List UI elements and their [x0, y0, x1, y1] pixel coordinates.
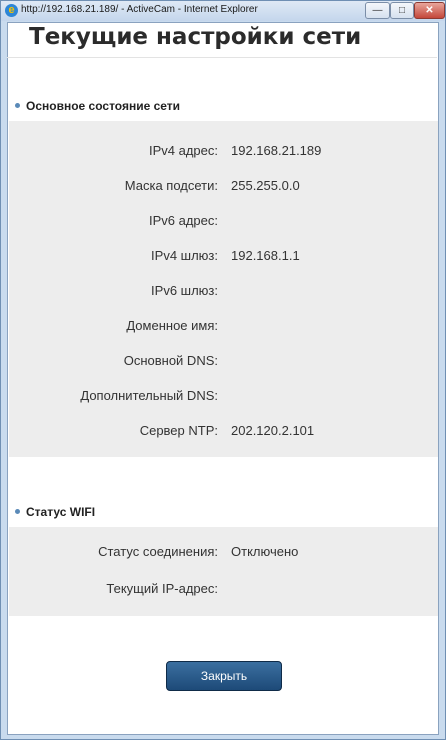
domain-name-label: Доменное имя:: [126, 318, 218, 333]
wifi-status-panel: Статус соединения: Отключено Текущий IP-…: [9, 527, 438, 616]
ntp-server-row: Сервер NTP: 202.120.2.101: [9, 423, 438, 441]
ipv4-gateway-value: 192.168.1.1: [231, 248, 300, 263]
network-section-heading: Основное состояние сети: [15, 99, 180, 115]
browser-window: e http://192.168.21.189/ - ActiveCam - I…: [0, 0, 446, 740]
secondary-dns-row: Дополнительный DNS:: [9, 388, 438, 406]
network-status-panel: IPv4 адрес: 192.168.21.189 Маска подсети…: [9, 121, 438, 457]
primary-dns-label: Основной DNS:: [123, 353, 218, 368]
wifi-section-title: Статус WIFI: [26, 505, 96, 519]
ipv6-address-row: IPv6 адрес:: [9, 213, 438, 231]
maximize-button[interactable]: □: [390, 2, 414, 19]
current-ip-label: Текущий IP-адрес:: [106, 581, 218, 596]
subnet-mask-value: 255.255.0.0: [231, 178, 300, 193]
network-section-title: Основное состояние сети: [26, 99, 181, 113]
ntp-server-value: 202.120.2.101: [231, 423, 315, 438]
subnet-mask-label: Маска подсети:: [124, 178, 218, 193]
connection-status-label: Статус соединения:: [98, 544, 218, 559]
ipv6-gateway-label: IPv6 шлюз:: [151, 283, 218, 298]
connection-status-row: Статус соединения: Отключено: [9, 544, 438, 562]
window-title: http://192.168.21.189/ - ActiveCam - Int…: [21, 4, 258, 15]
title-bar[interactable]: e http://192.168.21.189/ - ActiveCam - I…: [1, 1, 445, 21]
wifi-section-heading: Статус WIFI: [15, 505, 95, 521]
bullet-icon: [15, 103, 20, 109]
domain-name-row: Доменное имя:: [9, 318, 438, 336]
current-ip-row: Текущий IP-адрес:: [9, 581, 438, 599]
title-divider: [7, 57, 437, 58]
ipv4-address-row: IPv4 адрес: 192.168.21.189: [9, 143, 438, 161]
ipv4-address-label: IPv4 адрес:: [148, 143, 218, 158]
ipv4-address-value: 192.168.21.189: [231, 143, 322, 158]
connection-status-value: Отключено: [231, 544, 299, 559]
ipv6-address-label: IPv6 адрес:: [148, 213, 218, 228]
subnet-mask-row: Маска подсети: 255.255.0.0: [9, 178, 438, 196]
internet-explorer-icon: e: [5, 4, 18, 17]
close-window-button[interactable]: ✕: [414, 2, 445, 19]
page-title: Текущие настройки сети: [29, 24, 362, 50]
secondary-dns-label: Дополнительный DNS:: [80, 388, 218, 403]
ntp-server-label: Сервер NTP:: [139, 423, 218, 438]
primary-dns-row: Основной DNS:: [9, 353, 438, 371]
ipv6-gateway-row: IPv6 шлюз:: [9, 283, 438, 301]
minimize-button[interactable]: —: [365, 2, 390, 19]
close-button[interactable]: Закрыть: [166, 661, 282, 691]
bullet-icon: [15, 509, 20, 515]
ipv4-gateway-row: IPv4 шлюз: 192.168.1.1: [9, 248, 438, 266]
ipv4-gateway-label: IPv4 шлюз:: [151, 248, 218, 263]
